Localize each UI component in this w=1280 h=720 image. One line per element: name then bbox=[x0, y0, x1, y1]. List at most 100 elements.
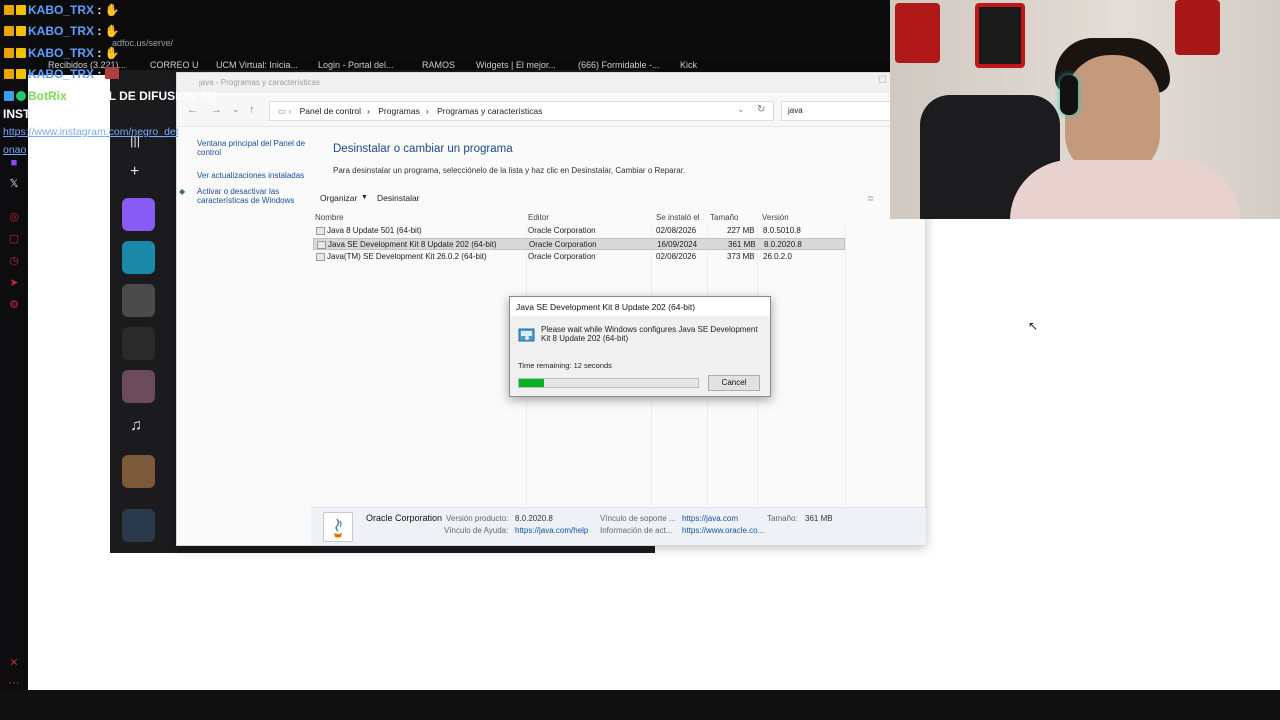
uninstall-button[interactable]: Desinstalar bbox=[377, 193, 420, 203]
program-installed: 02/08/2026 bbox=[656, 226, 697, 235]
gear-icon[interactable]: ⚙ bbox=[7, 298, 21, 312]
circle-icon[interactable]: ◎ bbox=[7, 210, 21, 224]
bot-badge-icon bbox=[4, 91, 14, 101]
table-row-selected[interactable]: Java SE Development Kit 8 Update 202 (64… bbox=[313, 238, 845, 250]
album-art-icon[interactable] bbox=[122, 327, 155, 360]
page-description: Para desinstalar un programa, seleccióne… bbox=[333, 166, 686, 175]
program-publisher: Oracle Corporation bbox=[528, 252, 596, 261]
details-support-link[interactable]: https://java.com bbox=[682, 514, 738, 523]
badge-icon bbox=[16, 5, 26, 15]
more-icon[interactable]: ⋯ bbox=[7, 676, 21, 690]
program-installed: 16/09/2024 bbox=[657, 240, 698, 249]
chat-user: KABO_TRX bbox=[28, 24, 95, 38]
mouse-cursor-icon: ↖ bbox=[1028, 319, 1039, 333]
breadcrumb-separator: › bbox=[425, 106, 429, 116]
link-installed-updates[interactable]: Ver actualizaciones instaladas bbox=[197, 171, 304, 180]
bot-link-continued[interactable]: onao bbox=[3, 144, 26, 156]
details-size: 361 MB bbox=[805, 514, 833, 523]
organize-chevron-icon[interactable]: ▼ bbox=[361, 194, 368, 201]
chat-message: KABO_TRX : ✋ bbox=[4, 24, 120, 38]
send-icon[interactable]: ➤ bbox=[7, 276, 21, 290]
refresh-icon[interactable]: ↻ bbox=[757, 104, 765, 115]
chat-message: KABO_TRX : bbox=[4, 67, 121, 81]
box-icon[interactable]: ▢ bbox=[7, 232, 21, 246]
badge-icon bbox=[16, 48, 26, 58]
cancel-button[interactable]: Cancel bbox=[708, 375, 760, 391]
program-version: 26.0.2.0 bbox=[763, 252, 792, 261]
shield-icon: ◆ bbox=[179, 187, 186, 196]
column-installed[interactable]: Se instaló el bbox=[656, 213, 700, 222]
chat-user: KABO_TRX bbox=[28, 67, 95, 81]
maximize-icon[interactable]: ☐ bbox=[878, 75, 887, 86]
settings-small-icon[interactable]: ✕ bbox=[7, 656, 21, 670]
table-row[interactable]: Java 8 Update 501 (64-bit) Oracle Corpor… bbox=[313, 225, 845, 237]
program-name: Java SE Development Kit 8 Update 202 (64… bbox=[328, 240, 497, 249]
left-pane: Ventana principal del Panel de control V… bbox=[177, 129, 307, 529]
album-art-icon[interactable] bbox=[122, 370, 155, 403]
bookmark-item[interactable]: Widgets | El mejor... bbox=[476, 60, 556, 70]
chevron-down-icon[interactable]: ⌄ bbox=[232, 104, 240, 115]
column-publisher[interactable]: Editor bbox=[528, 213, 549, 222]
breadcrumb[interactable]: ▭ › Panel de control › Programas › Program… bbox=[269, 101, 774, 121]
bot-message: BotRix: CANAL DE DIFUSION EN bbox=[4, 89, 216, 103]
heart-app-icon[interactable] bbox=[122, 198, 155, 231]
webcam-feed bbox=[890, 0, 1280, 219]
dropdown-chevron-icon[interactable]: ⌄ bbox=[737, 104, 745, 115]
album-art-icon[interactable] bbox=[122, 509, 155, 542]
x-icon[interactable]: 𝕏 bbox=[7, 177, 21, 191]
breadcrumb-item[interactable]: Panel de control bbox=[300, 106, 361, 116]
verified-icon bbox=[16, 91, 26, 101]
organize-button[interactable]: Organizar bbox=[320, 193, 357, 203]
headset-icon bbox=[1060, 75, 1078, 115]
details-info-link[interactable]: https://www.oracle.co... bbox=[682, 526, 764, 535]
chat-text: : bbox=[97, 67, 102, 81]
hand-emoji-icon: ✋ bbox=[104, 3, 120, 17]
table-row[interactable]: Java(TM) SE Development Kit 26.0.2 (64-b… bbox=[313, 251, 845, 263]
column-size[interactable]: Tamaño bbox=[710, 213, 738, 222]
album-art-icon[interactable] bbox=[122, 284, 155, 317]
bot-text: : CANAL DE DIFUSION EN bbox=[66, 89, 217, 103]
details-version: 8.0.2020.8 bbox=[515, 514, 553, 523]
program-version: 8.0.5010.8 bbox=[763, 226, 801, 235]
album-art-icon[interactable] bbox=[122, 455, 155, 488]
circle-app-icon[interactable] bbox=[122, 241, 155, 274]
badge-icon bbox=[4, 26, 14, 36]
bookmark-item[interactable]: Login - Portal del... bbox=[318, 60, 394, 70]
chat-overlay: KABO_TRX : ✋ KABO_TRX : ✋ KABO_TRX : ✋ K… bbox=[0, 0, 230, 160]
details-pane: Oracle Corporation Versión producto: 8.0… bbox=[311, 507, 926, 545]
program-publisher: Oracle Corporation bbox=[529, 240, 597, 249]
navigation-toolbar: ← → ⌄ ↑ ▭ › Panel de control › Programas ›… bbox=[177, 95, 927, 127]
details-help-label: Vínculo de Ayuda: bbox=[444, 526, 509, 535]
chat-text: : bbox=[97, 24, 102, 38]
badge-icon bbox=[16, 69, 26, 79]
column-version[interactable]: Versión bbox=[762, 213, 789, 222]
column-name[interactable]: Nombre bbox=[315, 213, 343, 222]
breadcrumb-item[interactable]: Programas y características bbox=[437, 106, 542, 116]
add-icon[interactable]: + bbox=[130, 163, 139, 181]
bookmark-item[interactable]: (666) Formidable -... bbox=[578, 60, 660, 70]
hand-emoji-icon: ✋ bbox=[104, 24, 120, 38]
breadcrumb-item[interactable]: Programas bbox=[378, 106, 420, 116]
bookmark-item[interactable]: RAMOS bbox=[422, 60, 455, 70]
screen: adfoc.us/serve/ Recibidos (3.221)... COR… bbox=[0, 0, 1280, 720]
badge-icon bbox=[4, 69, 14, 79]
clock-icon[interactable]: ◷ bbox=[7, 254, 21, 268]
program-version: 8.0.2020.8 bbox=[764, 240, 802, 249]
view-options-icon[interactable]: ≣ bbox=[867, 193, 874, 204]
jersey-image bbox=[895, 3, 940, 63]
up-arrow-icon[interactable]: ↑ bbox=[249, 104, 255, 116]
progress-fill bbox=[519, 379, 545, 387]
program-icon bbox=[317, 241, 326, 249]
link-windows-features[interactable]: Activar o desactivar las características… bbox=[197, 187, 297, 205]
emote-icon bbox=[104, 67, 119, 79]
folder-icon: ▭ › bbox=[278, 106, 292, 116]
program-installed: 02/08/2026 bbox=[656, 252, 697, 261]
badge-icon bbox=[4, 48, 14, 58]
program-icon bbox=[316, 253, 325, 261]
installer-dialog: Java SE Development Kit 8 Update 202 (64… bbox=[509, 296, 771, 397]
details-help-link[interactable]: https://java.com/help bbox=[515, 526, 588, 535]
chat-user: KABO_TRX bbox=[28, 46, 95, 60]
bot-link[interactable]: https://www.instagram.com/negro_det bbox=[3, 126, 179, 138]
music-note-icon[interactable]: ♫ bbox=[130, 417, 142, 435]
bookmark-item[interactable]: Kick bbox=[680, 60, 697, 70]
